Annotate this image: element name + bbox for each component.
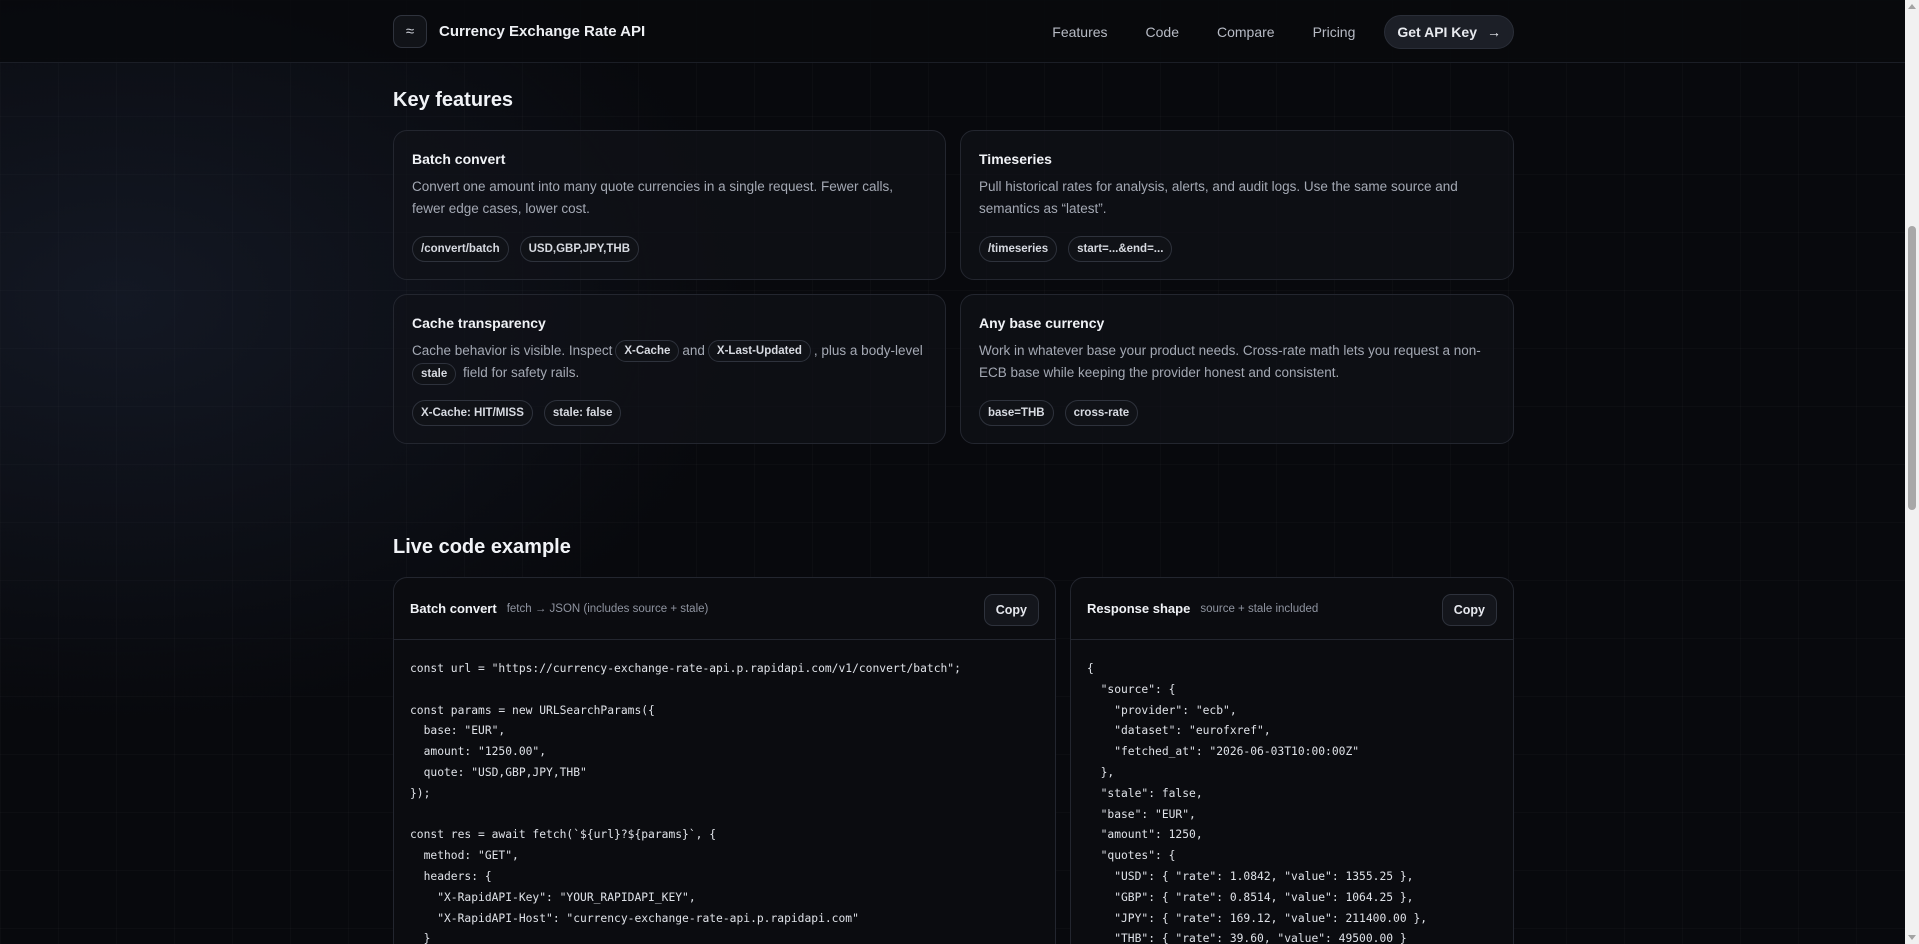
get-api-key-label: Get API Key: [1397, 24, 1477, 40]
main-nav: Features Code Compare Pricing Get API Ke…: [1033, 15, 1514, 49]
feature-card-description: Cache behavior is visible. Inspect X-Cach…: [412, 340, 927, 385]
nav-link-features[interactable]: Features: [1033, 16, 1126, 48]
brand[interactable]: ≈ Currency Exchange Rate API: [393, 15, 645, 48]
code-panel-title: Batch convert: [410, 601, 497, 616]
inline-code-tag: X-Cache: [615, 340, 680, 363]
feature-card-cache-transparency: Cache transparency Cache behavior is vis…: [393, 294, 946, 444]
feature-card-description: Pull historical rates for analysis, aler…: [979, 179, 1458, 216]
inline-code-tag: X-Last-Updated: [707, 340, 811, 363]
nav-link-pricing[interactable]: Pricing: [1294, 16, 1375, 48]
feature-card-title: Timeseries: [979, 151, 1052, 167]
feature-card-title: Cache transparency: [412, 315, 546, 331]
get-api-key-button[interactable]: Get API Key →: [1384, 15, 1514, 49]
feature-card-timeseries: Timeseries Pull historical rates for ana…: [960, 130, 1514, 280]
brand-name: Currency Exchange Rate API: [439, 23, 646, 40]
feature-card-title: Any base currency: [979, 315, 1105, 331]
feature-card-description: Convert one amount into many quote curre…: [412, 179, 893, 216]
desc-text: field for safety rails.: [462, 365, 580, 381]
feature-tag: X-Cache: HIT/MISS: [412, 400, 533, 426]
live-code-example-heading: Live code example: [393, 536, 571, 558]
feature-tag: USD,GBP,JPY,THB: [519, 236, 640, 262]
code-panel-header: Batch convert fetch → JSON (includes sou…: [394, 578, 1055, 640]
feature-card-batch-convert: Batch convert Convert one amount into ma…: [393, 130, 946, 280]
scroll-down-arrow-icon[interactable]: [1908, 935, 1916, 940]
nav-link-code[interactable]: Code: [1127, 16, 1198, 48]
copy-button[interactable]: Copy: [1441, 594, 1497, 626]
feature-tag: start=...&end=...: [1068, 236, 1173, 262]
feature-tag: /timeseries: [979, 236, 1058, 262]
feature-card-any-base-currency: Any base currency Work in whatever base …: [960, 294, 1514, 444]
code-panel-header: Response shape source + stale included C…: [1071, 578, 1513, 640]
code-panel-response-shape: Response shape source + stale included C…: [1070, 577, 1514, 944]
feature-tag: cross-rate: [1064, 400, 1139, 426]
copy-button[interactable]: Copy: [983, 594, 1039, 626]
code-block[interactable]: const url = "https://currency-exchange-r…: [394, 640, 1055, 944]
feature-tag: base=THB: [979, 400, 1054, 426]
nav-link-compare[interactable]: Compare: [1198, 16, 1294, 48]
code-panel-title: Response shape: [1087, 601, 1191, 616]
code-panel-subtitle: fetch → JSON (includes source + stale): [506, 602, 709, 615]
arrow-right-icon: →: [1487, 24, 1501, 40]
page-scrollbar[interactable]: [1905, 0, 1919, 944]
scrollbar-thumb[interactable]: [1908, 226, 1916, 510]
feature-card-title: Batch convert: [412, 151, 506, 167]
desc-text: Cache behavior is visible. Inspect: [412, 343, 613, 358]
scroll-up-arrow-icon[interactable]: [1908, 4, 1916, 9]
desc-text: , plus a body-level: [813, 343, 923, 358]
wave-logo-icon: ≈: [393, 15, 427, 48]
feature-tag: stale: false: [543, 400, 622, 426]
feature-tag: /convert/batch: [412, 236, 509, 262]
top-navigation-bar: ≈ Currency Exchange Rate API Features Co…: [0, 0, 1905, 63]
desc-text: and: [682, 343, 705, 358]
key-features-heading: Key features: [393, 89, 514, 111]
code-panel-subtitle: source + stale included: [1200, 602, 1319, 615]
code-panel-batch-convert: Batch convert fetch → JSON (includes sou…: [393, 577, 1056, 944]
feature-card-description: Work in whatever base your product needs…: [979, 343, 1481, 380]
inline-code-tag: stale: [412, 362, 457, 385]
response-json-block[interactable]: { "source": { "provider": "ecb", "datase…: [1071, 640, 1513, 944]
